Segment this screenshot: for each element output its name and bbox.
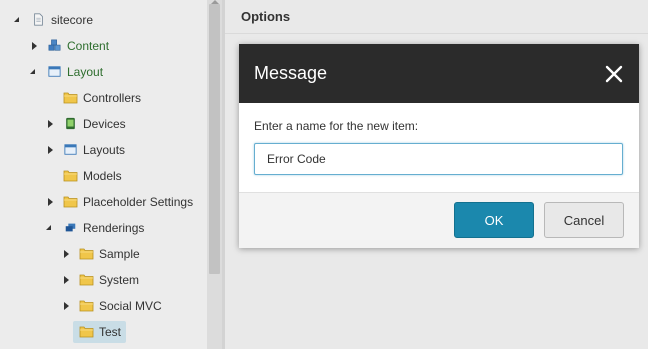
scrollbar-thumb[interactable] [209, 4, 220, 274]
folder-icon [63, 92, 78, 104]
tree-item-label[interactable]: sitecore [51, 13, 93, 27]
prompt-label: Enter a name for the new item: [254, 119, 419, 133]
expand-arrow-icon[interactable] [46, 225, 51, 230]
tree-item-label[interactable]: Layouts [83, 143, 125, 157]
tree-item-label[interactable]: Devices [83, 117, 126, 131]
collapse-arrow-icon[interactable] [48, 146, 53, 154]
pane-title: Options [241, 9, 291, 24]
message-dialog: Message Enter a name for the new item: O… [239, 44, 639, 248]
folder-icon [79, 300, 94, 312]
collapse-arrow-icon[interactable] [64, 276, 69, 284]
tree-item-label[interactable]: Layout [67, 65, 103, 79]
tree-item-label[interactable]: Renderings [83, 221, 144, 235]
renderings-icon [65, 223, 76, 232]
ok-button[interactable]: OK [454, 202, 534, 238]
cancel-button[interactable]: Cancel [544, 202, 624, 238]
close-icon[interactable] [604, 64, 624, 84]
tree-item-label[interactable]: Test [99, 325, 121, 339]
layout-window-icon [48, 66, 61, 77]
folder-icon [79, 274, 94, 286]
tree-item-label[interactable]: Sample [99, 247, 140, 261]
device-icon [66, 117, 75, 130]
tree-item-label[interactable]: Content [67, 39, 109, 53]
tree-item-label[interactable]: Social MVC [99, 299, 162, 313]
item-name-input[interactable] [254, 143, 623, 175]
collapse-arrow-icon[interactable] [48, 198, 53, 206]
folder-icon [79, 248, 94, 260]
expand-arrow-icon[interactable] [30, 69, 35, 74]
dialog-body: Enter a name for the new item: [239, 103, 639, 193]
tree-item-label[interactable]: System [99, 273, 139, 287]
layout-window-icon [64, 144, 77, 155]
collapse-arrow-icon[interactable] [48, 120, 53, 128]
divider [225, 33, 648, 34]
tree-item-label[interactable]: Placeholder Settings [83, 195, 193, 209]
folder-icon [63, 196, 78, 208]
dialog-title: Message [254, 63, 328, 83]
content-cubes-icon [48, 39, 61, 51]
expand-arrow-icon[interactable] [14, 17, 19, 22]
folder-icon [79, 326, 94, 338]
collapse-arrow-icon[interactable] [32, 42, 37, 50]
collapse-arrow-icon[interactable] [64, 250, 69, 258]
tree-item-label[interactable]: Models [83, 169, 122, 183]
dialog-header: Message [239, 44, 639, 103]
folder-icon [63, 170, 78, 182]
content-tree: sitecore Content Layout Controllers Devi… [0, 0, 207, 349]
tree-item-label[interactable]: Controllers [83, 91, 141, 105]
collapse-arrow-icon[interactable] [64, 302, 69, 310]
document-icon [34, 13, 43, 26]
